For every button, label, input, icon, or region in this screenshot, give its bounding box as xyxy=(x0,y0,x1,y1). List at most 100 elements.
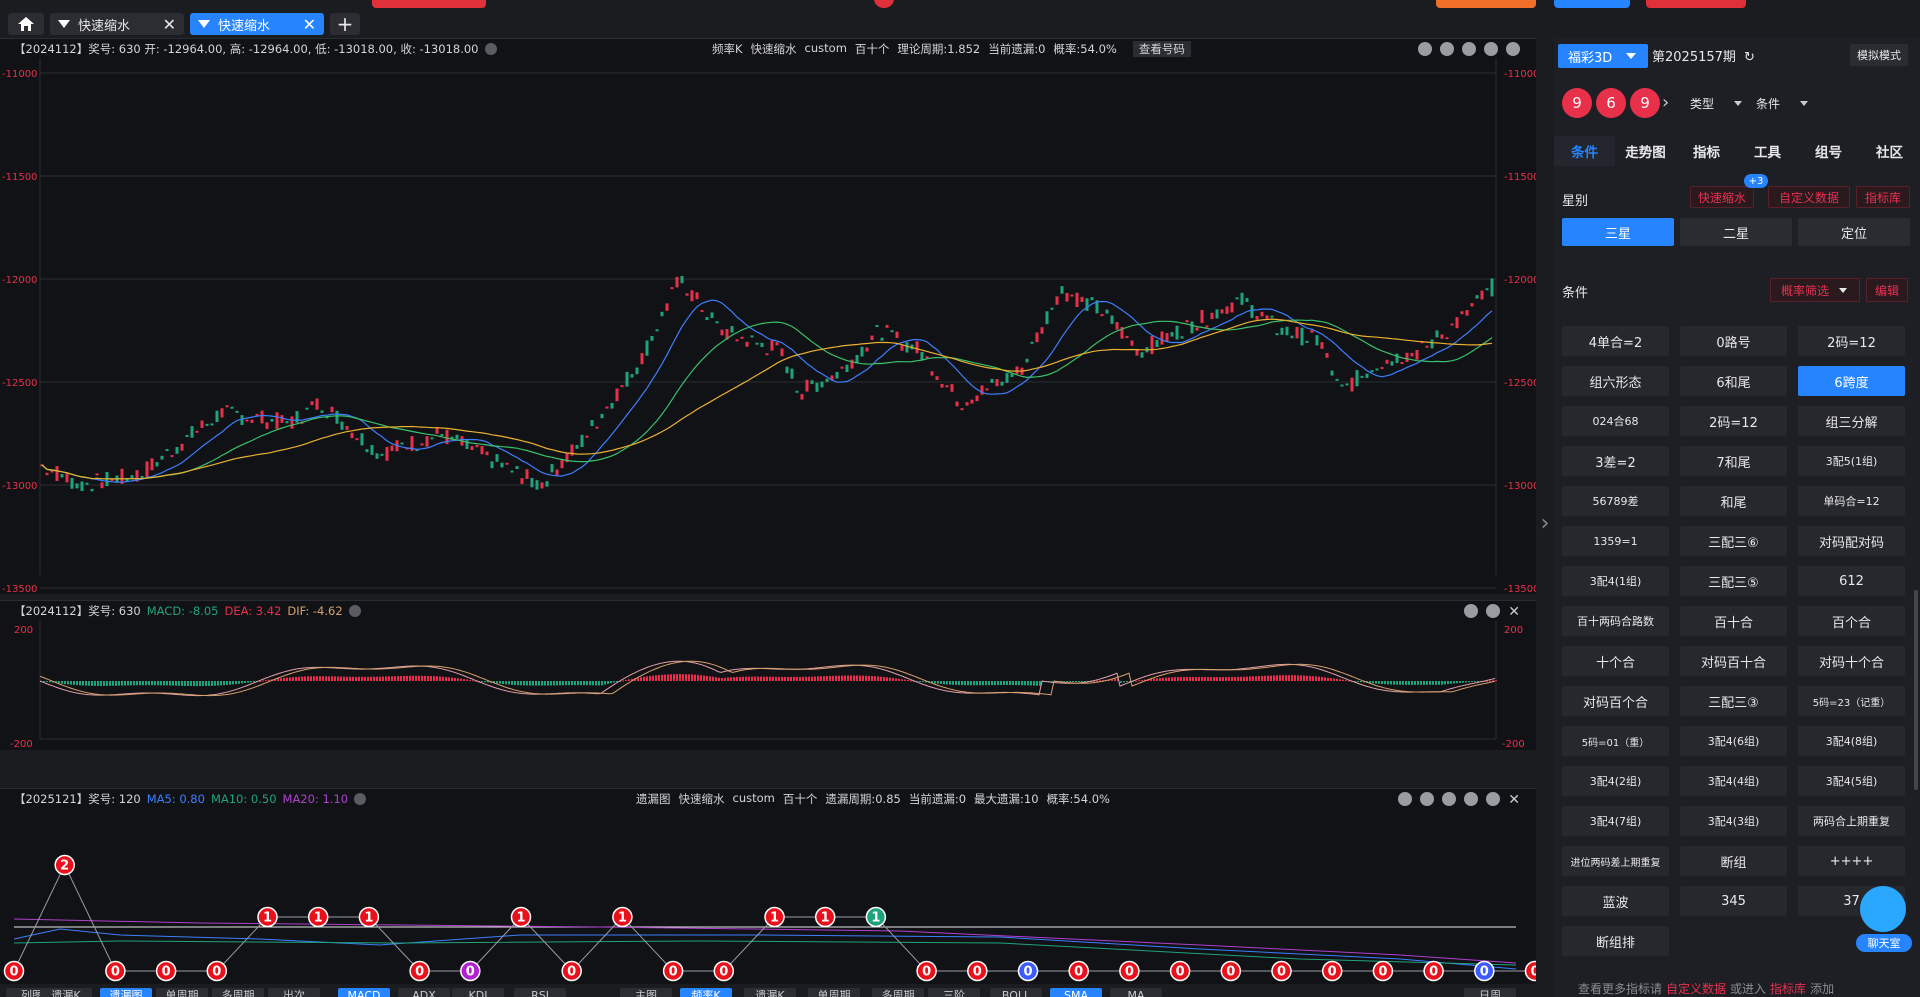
condition-item[interactable]: 024合68 xyxy=(1562,406,1669,436)
indicator-button[interactable]: 单周期 xyxy=(156,988,208,997)
condition-item[interactable]: 组三分解 xyxy=(1798,406,1905,436)
condition-item[interactable]: 对码配对码 xyxy=(1798,526,1905,556)
condition-item[interactable]: 对码百个合 xyxy=(1562,686,1669,716)
indicator-button[interactable]: 多周期 xyxy=(212,988,264,997)
indicator-button[interactable]: 日周 xyxy=(1464,988,1516,997)
edit-button[interactable]: 编辑 xyxy=(1866,278,1908,302)
scrollbar[interactable] xyxy=(1914,590,1918,790)
condition-item[interactable]: 3配4(2组) xyxy=(1562,766,1669,796)
check-numbers-button[interactable]: 查看号码 xyxy=(1132,41,1191,57)
condition-item[interactable]: 百十合 xyxy=(1680,606,1787,636)
condition-item[interactable]: 0路号 xyxy=(1680,326,1787,356)
close-icon[interactable]: ✕ xyxy=(163,15,176,34)
condition-item[interactable]: 2码=12 xyxy=(1798,326,1905,356)
indicator-button[interactable]: RSI xyxy=(514,988,566,997)
indicator-button[interactable]: 主图 xyxy=(620,988,672,997)
add-tab-button[interactable]: + xyxy=(330,12,360,36)
condition-item[interactable]: 对码十个合 xyxy=(1798,646,1905,676)
tag-quick-shrink[interactable]: 快速缩水 xyxy=(1690,186,1754,208)
arrow-up-icon[interactable] xyxy=(1442,792,1457,806)
indicator-lib-link[interactable]: 指标库 xyxy=(1770,980,1806,997)
condition-item[interactable]: 6跨度 xyxy=(1798,366,1905,396)
indicator-button[interactable]: SMA xyxy=(1050,988,1102,997)
condition-item[interactable]: 十个合 xyxy=(1562,646,1669,676)
tab-quick-shrink-1[interactable]: 快速缩水 ✕ xyxy=(50,13,184,35)
help-icon[interactable] xyxy=(484,43,497,55)
condition-item[interactable]: 蓝波 xyxy=(1562,886,1669,916)
vip-button[interactable] xyxy=(1436,0,1536,8)
home-button[interactable] xyxy=(8,13,44,35)
settings-icon[interactable] xyxy=(1506,42,1520,56)
condition-item[interactable]: 三配三③ xyxy=(1680,686,1787,716)
settings-icon[interactable] xyxy=(1486,792,1501,806)
condition-item[interactable]: 3配4(3组) xyxy=(1680,806,1787,836)
help-icon[interactable] xyxy=(354,793,367,805)
sim-mode-button[interactable]: 模拟模式 xyxy=(1850,44,1908,66)
condition-item[interactable]: 对码百十合 xyxy=(1680,646,1787,676)
condition-item[interactable]: 3配4(1组) xyxy=(1562,566,1669,596)
type-dropdown[interactable]: 类型 xyxy=(1690,92,1743,114)
condition-item[interactable]: 3配4(5组) xyxy=(1798,766,1905,796)
macd-chart[interactable]: 200 -200 200 -200 xyxy=(0,621,1536,751)
help-icon[interactable] xyxy=(348,605,361,617)
register-button[interactable] xyxy=(1646,0,1746,8)
indicator-button[interactable]: 多周期 xyxy=(872,988,924,997)
indicator-button[interactable]: KDJ xyxy=(452,988,504,997)
condition-item[interactable]: 断组 xyxy=(1680,846,1787,876)
condition-item[interactable]: 3差=2 xyxy=(1562,446,1669,476)
probability-filter-select[interactable]: 概率筛选 xyxy=(1770,278,1860,302)
condition-item[interactable]: ++++ xyxy=(1798,846,1905,876)
condition-item[interactable]: 3配4(4组) xyxy=(1680,766,1787,796)
condition-item[interactable]: 单码合=12 xyxy=(1798,486,1905,516)
custom-data-link[interactable]: 自定义数据 xyxy=(1666,980,1726,997)
settings-icon[interactable] xyxy=(1486,604,1501,618)
refresh-icon[interactable]: ↻ xyxy=(1744,50,1755,65)
tab-indicators[interactable]: 指标 xyxy=(1676,136,1737,166)
tab-group[interactable]: 组号 xyxy=(1798,136,1859,166)
star-three[interactable]: 三星 xyxy=(1562,218,1674,246)
chat-icon[interactable] xyxy=(1860,886,1906,932)
tab-conditions[interactable]: 条件 xyxy=(1554,136,1615,166)
kline-chart[interactable]: -11000 -11000 -11500 -11500 -12000 -12000 -125… xyxy=(0,59,1536,595)
condition-item[interactable]: 3配5(1组) xyxy=(1798,446,1905,476)
condition-item[interactable]: 进位两码差上期重复 xyxy=(1562,846,1669,876)
condition-item[interactable]: 5码=23（记重） xyxy=(1798,686,1905,716)
condition-item[interactable]: 4单合=2 xyxy=(1562,326,1669,356)
indicator-button[interactable]: MA xyxy=(1110,988,1162,997)
refresh-icon[interactable] xyxy=(1420,792,1435,806)
condition-item[interactable]: 百十两码合路数 xyxy=(1562,606,1669,636)
indicator-button[interactable]: MACD xyxy=(338,988,390,997)
close-icon[interactable]: ✕ xyxy=(1508,792,1520,808)
condition-item[interactable]: 56789差 xyxy=(1562,486,1669,516)
tag-indicator-lib[interactable]: 指标库 xyxy=(1856,186,1910,208)
condition-item[interactable]: 3配4(6组) xyxy=(1680,726,1787,756)
indicator-button[interactable]: 频率K xyxy=(680,988,732,997)
condition-item[interactable]: 345 xyxy=(1680,886,1787,916)
condition-item[interactable]: 和尾 xyxy=(1680,486,1787,516)
arrow-down-icon[interactable] xyxy=(1484,42,1498,56)
tab-quick-shrink-2[interactable]: 快速缩水 ✕ xyxy=(190,13,324,35)
condition-item[interactable]: 7和尾 xyxy=(1680,446,1787,476)
condition-dropdown[interactable]: 条件 xyxy=(1756,92,1809,114)
indicator-button[interactable]: BOLL xyxy=(990,988,1042,997)
miss-chart[interactable]: 0 2 0 0 0 1 1 1 0 0 1 0 1 0 0 1 1 1 0 0 0 0 0 0 0 0 0 0 0 0 0 xyxy=(0,809,1536,985)
indicator-button[interactable]: 遗漏K xyxy=(40,988,92,997)
indicator-button[interactable]: 出次 xyxy=(268,988,320,997)
tab-trend[interactable]: 走势图 xyxy=(1615,136,1676,166)
indicator-button[interactable]: 单周期 xyxy=(808,988,860,997)
condition-item[interactable]: 2码=12 xyxy=(1680,406,1787,436)
condition-item[interactable]: 百个合 xyxy=(1798,606,1905,636)
arrow-down-icon[interactable] xyxy=(1464,792,1479,806)
condition-item[interactable]: 612 xyxy=(1798,566,1905,596)
close-icon[interactable]: ✕ xyxy=(1508,604,1520,620)
arrow-up-icon[interactable] xyxy=(1462,42,1476,56)
condition-item[interactable]: 5码=01（重） xyxy=(1562,726,1669,756)
condition-item[interactable]: 3配4(7组) xyxy=(1562,806,1669,836)
indicator-button[interactable]: ADX xyxy=(398,988,450,997)
condition-item[interactable]: 三配三⑥ xyxy=(1680,526,1787,556)
edit-icon[interactable] xyxy=(1418,42,1432,56)
condition-item[interactable]: 3配4(8组) xyxy=(1798,726,1905,756)
indicator-button[interactable]: 遗漏图 xyxy=(100,988,152,997)
promo-button[interactable] xyxy=(372,0,486,8)
tag-custom-data[interactable]: 自定义数据 xyxy=(1768,186,1850,208)
